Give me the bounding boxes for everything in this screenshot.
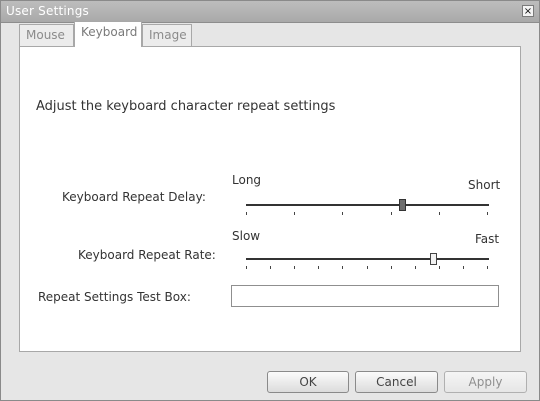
test-box-label: Repeat Settings Test Box: xyxy=(38,290,191,304)
repeat-delay-tick xyxy=(487,212,488,215)
repeat-delay-tick xyxy=(246,212,247,215)
repeat-delay-tick xyxy=(342,212,343,215)
user-settings-window: User Settings × Mouse Keyboard Image Adj… xyxy=(0,0,540,401)
repeat-rate-tick xyxy=(415,266,416,269)
repeat-rate-tick xyxy=(318,266,319,269)
tab-mouse[interactable]: Mouse xyxy=(19,24,74,46)
repeat-rate-tick xyxy=(439,266,440,269)
repeat-rate-thumb[interactable] xyxy=(430,253,437,265)
repeat-delay-track xyxy=(246,204,489,206)
tab-keyboard[interactable]: Keyboard xyxy=(74,21,142,47)
repeat-test-input[interactable] xyxy=(231,285,499,307)
tab-image[interactable]: Image xyxy=(142,24,192,46)
repeat-delay-tick xyxy=(439,212,440,215)
repeat-rate-tick xyxy=(391,266,392,269)
repeat-delay-slider[interactable] xyxy=(246,197,489,221)
title-bar[interactable]: User Settings × xyxy=(1,1,539,23)
repeat-delay-tick xyxy=(391,212,392,215)
repeat-delay-min-label: Long xyxy=(232,173,262,187)
repeat-rate-max-label: Fast xyxy=(475,232,500,246)
repeat-delay-max-label: Short xyxy=(468,178,501,192)
repeat-rate-tick xyxy=(294,266,295,269)
close-icon[interactable]: × xyxy=(522,5,534,17)
repeat-delay-label: Keyboard Repeat Delay: xyxy=(62,190,206,204)
repeat-rate-label: Keyboard Repeat Rate: xyxy=(78,248,216,262)
repeat-rate-tick xyxy=(367,266,368,269)
repeat-rate-track xyxy=(246,258,489,260)
repeat-rate-tick xyxy=(270,266,271,269)
repeat-rate-tick xyxy=(487,266,488,269)
repeat-rate-min-label: Slow xyxy=(232,229,261,243)
window-title: User Settings xyxy=(6,4,89,18)
repeat-delay-tick xyxy=(294,212,295,215)
ok-button[interactable]: OK xyxy=(267,371,349,393)
cancel-button[interactable]: Cancel xyxy=(355,371,438,393)
repeat-rate-tick xyxy=(463,266,464,269)
repeat-rate-slider[interactable] xyxy=(246,251,489,275)
apply-button[interactable]: Apply xyxy=(444,371,527,393)
repeat-rate-tick xyxy=(246,266,247,269)
repeat-delay-thumb[interactable] xyxy=(399,199,406,211)
repeat-rate-tick xyxy=(342,266,343,269)
intro-text: Adjust the keyboard character repeat set… xyxy=(36,99,336,114)
